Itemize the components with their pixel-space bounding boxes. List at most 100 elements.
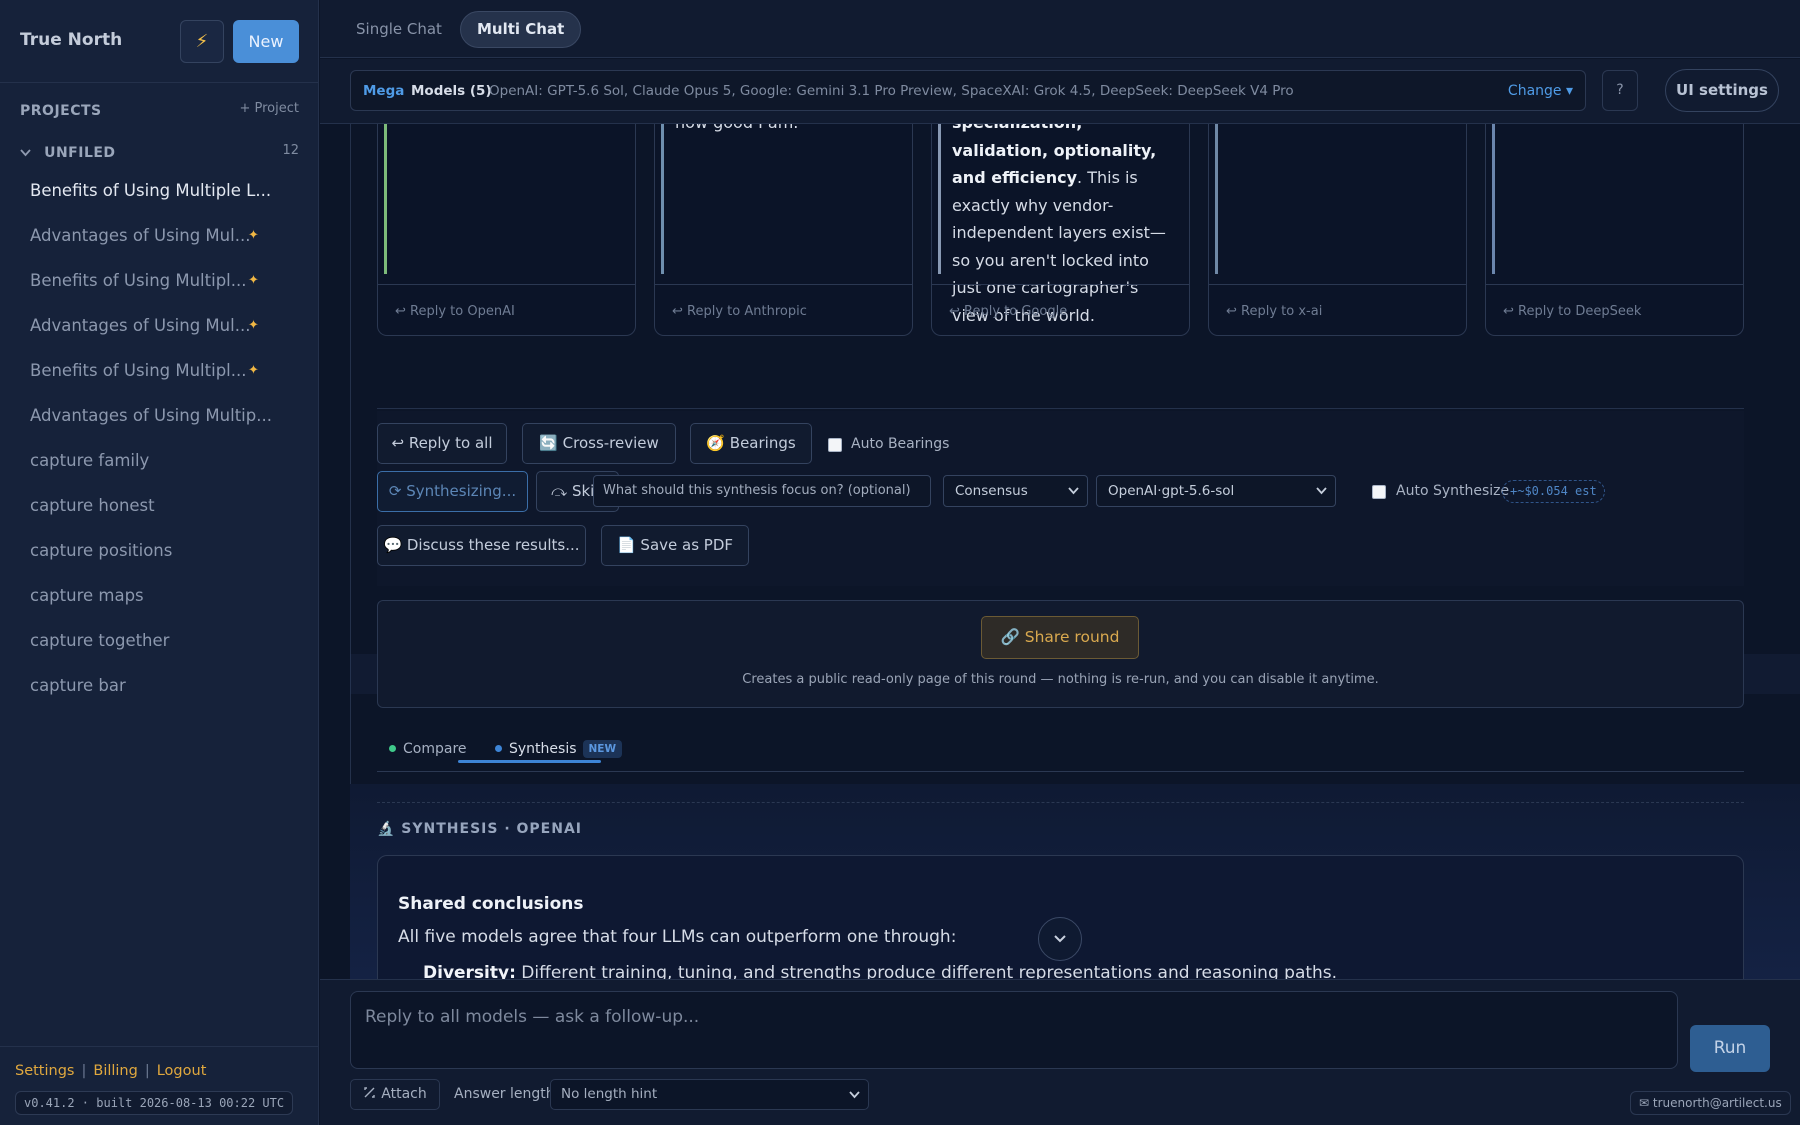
- card-text-rest: . This is exactly why vendor-independent…: [952, 168, 1166, 325]
- unfiled-group-toggle[interactable]: UNFILED 12: [20, 142, 299, 162]
- synthesis-body: All five models agree that four LLMs can…: [398, 927, 957, 947]
- response-card-google: specialization, validation, optionality,…: [931, 124, 1190, 336]
- new-badge: NEW: [582, 740, 623, 758]
- reply-to-all-button[interactable]: ↩ Reply to all: [377, 423, 507, 464]
- discuss-results-button[interactable]: 💬 Discuss these results...: [377, 525, 586, 566]
- synthesis-mode-value: Consensus: [955, 483, 1028, 499]
- synthesis-focus-input[interactable]: What should this synthesis focus on? (op…: [593, 475, 931, 507]
- projects-header: PROJECTS + Project: [20, 100, 299, 120]
- status-dot: [495, 745, 502, 752]
- reply-to-deepseek-button[interactable]: ↩ Reply to DeepSeek: [1503, 304, 1641, 319]
- cross-review-button[interactable]: 🔄 Cross-review: [522, 423, 676, 464]
- models-count: Models (5): [411, 83, 492, 99]
- billing-link[interactable]: Billing: [93, 1063, 137, 1079]
- mode-tabs-bar: Single Chat Multi Chat: [320, 0, 1800, 58]
- mega-badge: Mega: [363, 83, 405, 99]
- save-pdf-button[interactable]: 📄 Save as PDF: [601, 525, 749, 566]
- dashed-divider: [377, 802, 1744, 803]
- models-list: OpenAI: GPT-5.6 Sol, Claude Opus 5, Goog…: [489, 83, 1294, 99]
- synthesizing-button[interactable]: ⟳ Synthesizing...: [377, 471, 528, 512]
- tab-single-chat[interactable]: Single Chat: [340, 11, 458, 48]
- chevron-down-icon: [1068, 476, 1079, 518]
- result-tabs: Compare Synthesis NEW: [377, 724, 1744, 772]
- synthesis-mode-select[interactable]: Consensus: [943, 475, 1088, 507]
- reply-to-xai-button[interactable]: ↩ Reply to x-ai: [1226, 304, 1322, 319]
- chat-list: Benefits of Using Multiple L... Advantage…: [30, 174, 300, 714]
- chat-list-item[interactable]: capture honest: [30, 489, 300, 534]
- chat-list-item[interactable]: capture bar: [30, 669, 300, 714]
- main-content: ↩ Reply to OpenAI how good I am. ↩ Reply…: [350, 124, 1800, 979]
- chat-list-item[interactable]: capture maps: [30, 579, 300, 624]
- quick-action-button[interactable]: ⚡: [180, 20, 224, 63]
- bearings-button[interactable]: 🧭 Bearings: [690, 423, 812, 464]
- auto-bearings-checkbox[interactable]: [828, 438, 842, 452]
- chat-list-item[interactable]: Advantages of Using Mul... ✦: [30, 219, 300, 264]
- attach-button[interactable]: Attach: [350, 1079, 440, 1110]
- sidebar-header: True North ⚡ New: [0, 0, 318, 83]
- unfiled-count: 12: [282, 143, 299, 158]
- auto-bearings-label: Auto Bearings: [851, 436, 950, 452]
- chat-title: capture bar: [30, 676, 126, 695]
- chat-title: Advantages of Using Multip...: [30, 406, 272, 425]
- build-version: v0.41.2 · built 2026-08-13 00:22 UTC: [15, 1091, 294, 1115]
- bullet-label: Diversity:: [423, 963, 516, 979]
- scroll-down-button[interactable]: [1038, 917, 1082, 961]
- synthesis-heading: 🔬 SYNTHESIS · OPENAI: [377, 821, 583, 837]
- tab-synthesis[interactable]: Synthesis NEW: [495, 740, 623, 759]
- ui-settings-button[interactable]: UI settings: [1665, 69, 1779, 112]
- card-divider: [655, 284, 912, 285]
- synthesis-model-value: OpenAI·gpt-5.6-sol: [1108, 483, 1235, 499]
- reply-to-anthropic-button[interactable]: ↩ Reply to Anthropic: [672, 304, 807, 319]
- card-accent-bar: [384, 124, 387, 274]
- model-selector[interactable]: Mega Models (5) OpenAI: GPT-5.6 Sol, Cla…: [350, 70, 1586, 111]
- chevron-down-icon: [20, 147, 31, 160]
- card-divider: [1209, 284, 1466, 285]
- brand-title: True North: [20, 30, 123, 50]
- chat-title: capture maps: [30, 586, 144, 605]
- bolt-icon: ⚡: [195, 31, 209, 52]
- run-button[interactable]: Run: [1690, 1025, 1770, 1072]
- synthesis-model-select[interactable]: OpenAI·gpt-5.6-sol: [1096, 475, 1336, 507]
- add-project-button[interactable]: + Project: [239, 101, 299, 116]
- footer-separator: |: [81, 1063, 87, 1079]
- card-divider: [932, 284, 1189, 285]
- bullet-text: Different training, tuning, and strength…: [515, 963, 1338, 979]
- new-chat-button[interactable]: New: [233, 20, 299, 63]
- chat-list-item[interactable]: Benefits of Using Multipl... ✦: [30, 354, 300, 399]
- tab-multi-chat[interactable]: Multi Chat: [460, 11, 582, 48]
- synthesis-bullet: Diversity: Different training, tuning, a…: [423, 963, 1337, 979]
- attach-label: Attach: [381, 1086, 427, 1102]
- chevron-down-icon: [1316, 476, 1327, 518]
- help-button[interactable]: ?: [1602, 70, 1638, 111]
- answer-length-value: No length hint: [561, 1086, 658, 1102]
- chat-list-item[interactable]: capture positions: [30, 534, 300, 579]
- logout-link[interactable]: Logout: [157, 1063, 207, 1079]
- footer-links: Settings | Billing | Logout: [15, 1063, 206, 1079]
- follow-up-input[interactable]: Reply to all models — ask a follow-up...: [350, 991, 1678, 1069]
- card-accent-bar: [938, 124, 941, 274]
- auto-synthesize-checkbox[interactable]: [1372, 485, 1386, 499]
- footer-separator: |: [144, 1063, 150, 1079]
- chat-list-item[interactable]: Advantages of Using Mul... ✦: [30, 309, 300, 354]
- answer-length-select[interactable]: No length hint: [550, 1079, 869, 1110]
- chat-title: Benefits of Using Multiple L...: [30, 181, 272, 200]
- card-accent-bar: [661, 124, 664, 274]
- chat-list-item[interactable]: capture family: [30, 444, 300, 489]
- response-card-deepseek: ↩ Reply to DeepSeek: [1485, 124, 1744, 336]
- reply-to-openai-button[interactable]: ↩ Reply to OpenAI: [395, 304, 515, 319]
- model-selector-bar: Mega Models (5) OpenAI: GPT-5.6 Sol, Cla…: [320, 59, 1800, 124]
- paperclip-icon: [363, 1086, 381, 1102]
- chat-list-item[interactable]: Advantages of Using Multip...: [30, 399, 300, 444]
- settings-link[interactable]: Settings: [15, 1063, 74, 1079]
- chat-title: capture honest: [30, 496, 155, 515]
- chat-list-item[interactable]: capture together: [30, 624, 300, 669]
- change-models-button[interactable]: Change ▾: [1508, 83, 1573, 99]
- tab-compare[interactable]: Compare: [389, 741, 467, 757]
- cost-estimate-badge: +~$0.054 est: [1502, 480, 1605, 503]
- chat-title: Advantages of Using Mul...: [30, 316, 251, 335]
- chat-list-item[interactable]: Benefits of Using Multiple L...: [30, 174, 300, 219]
- reply-to-google-button[interactable]: ↩ Reply to Google: [949, 304, 1067, 319]
- projects-label: PROJECTS: [20, 103, 102, 119]
- chat-list-item[interactable]: Benefits of Using Multipl... ✦: [30, 264, 300, 309]
- share-round-button[interactable]: 🔗 Share round: [981, 616, 1139, 659]
